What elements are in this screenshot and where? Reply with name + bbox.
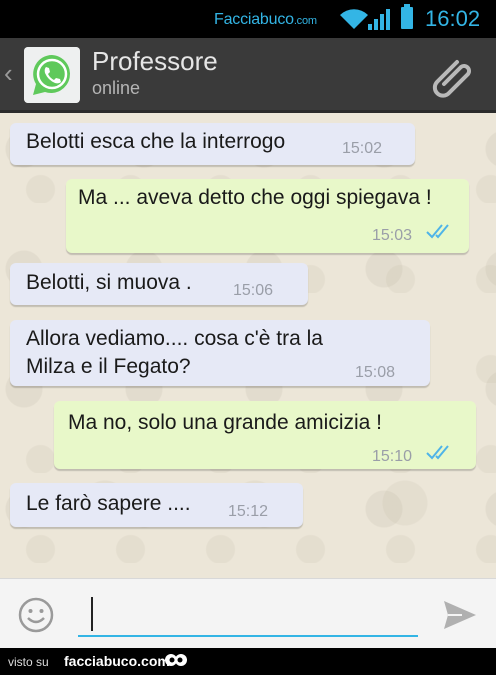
wifi-icon [340,9,368,30]
message-time: 15:02 [342,140,383,157]
message-text: Belotti esca che la interrogo [26,130,286,153]
message-bubble-incoming[interactable]: Allora vediamo.... cosa c'è tra la Milza… [10,320,430,386]
message-bubble-outgoing[interactable]: Ma no, solo una grande amicizia ! 15:10 [54,401,476,469]
status-time: 16:02 [425,6,481,31]
footer-brand: facciabuco.com [64,653,170,669]
input-bar [0,578,496,649]
status-brand-name: Facciabuco [214,11,294,28]
send-icon[interactable] [442,599,478,631]
signal-icon [368,9,390,30]
chevron-left-icon[interactable]: ‹ [4,58,13,89]
status-brand-suffix: .com [293,15,317,27]
smiley-icon[interactable] [18,597,54,633]
watermark-footer: visto su facciabuco.com [0,648,496,675]
contact-name[interactable]: Professore [92,46,218,77]
message-bubble-incoming[interactable]: Belotti esca che la interrogo 15:02 [10,123,415,165]
read-ticks-icon [426,445,449,460]
message-text: Belotti, si muova . [26,271,192,294]
status-brand: Facciabuco.com [214,11,317,29]
message-text: Le farò sapere .... [26,492,191,515]
contact-status: online [92,78,141,98]
message-input[interactable] [78,591,418,637]
whatsapp-icon[interactable] [24,47,80,103]
message-time: 15:10 [372,448,413,465]
message-text: Ma ... aveva detto che oggi spiegava ! [78,186,432,209]
footer-visto-su: visto su [8,655,49,669]
text-cursor [91,597,93,631]
paperclip-icon[interactable] [430,52,476,98]
message-time: 15:12 [228,503,269,520]
message-text: Allora vediamo.... cosa c'è tra la Milza… [26,327,323,378]
message-bubble-incoming[interactable]: Le farò sapere .... 15:12 [10,483,303,527]
message-bubble-incoming[interactable]: Belotti, si muova . 15:06 [10,263,308,305]
message-bubble-outgoing[interactable]: Ma ... aveva detto che oggi spiegava ! 1… [66,179,469,253]
eyes-logo-icon [165,654,187,666]
message-text: Ma no, solo una grande amicizia ! [68,411,383,434]
status-bar: Facciabuco.com 16:02 [0,0,496,38]
read-ticks-icon [426,224,449,239]
message-time: 15:08 [355,364,396,381]
message-time: 15:06 [233,282,274,299]
battery-icon [401,4,413,29]
message-time: 15:03 [372,227,413,244]
chat-header[interactable]: ‹ Professore online [0,38,496,113]
chat-area[interactable]: Belotti esca che la interrogo 15:02 Ma .… [0,113,496,578]
